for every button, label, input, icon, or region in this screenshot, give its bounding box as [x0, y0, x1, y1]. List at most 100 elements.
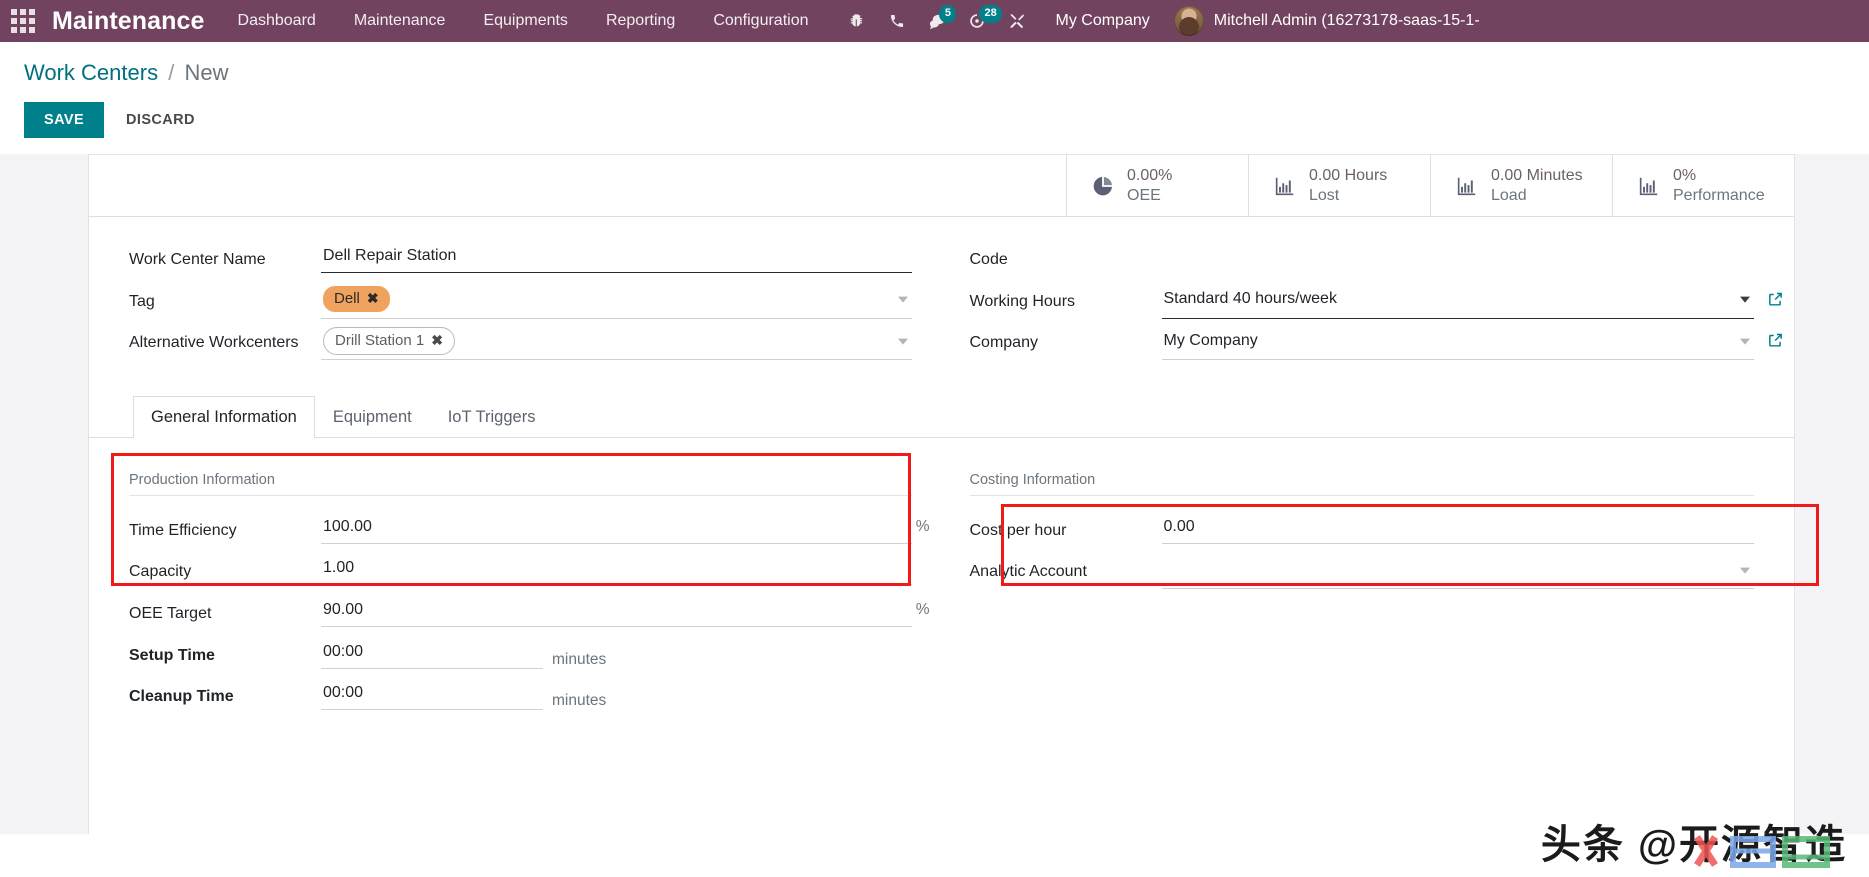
suffix-minutes: minutes: [552, 692, 607, 710]
activity-clock-icon[interactable]: 28: [957, 0, 1002, 42]
menu-item-reporting[interactable]: Reporting: [587, 0, 694, 42]
breadcrumb: Work Centers / New: [0, 58, 1869, 88]
cost-per-hour-input[interactable]: [1161, 509, 1754, 544]
working-hours-value: Standard 40 hours/week: [1163, 290, 1337, 308]
stat-value-lost: 0.00 Hours: [1309, 167, 1388, 185]
form-group-left: Work Center Name Tag Dell ✖: [89, 239, 942, 364]
tag-chip-label: Drill Station 1: [335, 331, 425, 349]
stat-button-performance[interactable]: 0% Performance: [1612, 155, 1794, 216]
label-setup-time: Setup Time: [129, 646, 215, 664]
breadcrumb-separator: /: [168, 60, 175, 85]
field-cost-per-hour: Cost per hour: [970, 509, 1754, 550]
tag-chip-label: Dell: [334, 290, 360, 308]
tab-panel-general-information: Production Information Time Efficiency %…: [89, 438, 1794, 748]
chevron-down-icon[interactable]: [1740, 567, 1750, 574]
bar-chart-icon: [1271, 175, 1298, 197]
record-actions: SAVE DISCARD: [0, 88, 1869, 154]
close-icon[interactable]: ✖: [367, 290, 379, 307]
field-company: Company My Company: [969, 322, 1782, 362]
discard-button[interactable]: DISCARD: [108, 102, 213, 138]
field-tag: Tag Dell ✖: [129, 281, 912, 321]
external-link-icon[interactable]: [1767, 290, 1784, 307]
user-menu[interactable]: Mitchell Admin (16273178-saas-15-1-: [1166, 6, 1480, 36]
bar-chart-icon: [1453, 175, 1480, 197]
field-setup-time: Setup Time minutes: [129, 634, 912, 675]
label-alternative-workcenters: Alternative Workcenters: [129, 334, 299, 352]
tag-many2many-field[interactable]: Dell ✖: [321, 281, 912, 319]
menu-item-dashboard[interactable]: Dashboard: [219, 0, 335, 42]
chevron-down-icon[interactable]: [1740, 338, 1750, 345]
navbar-icon-group: 5 28: [827, 0, 1037, 42]
tag-chip-dell[interactable]: Dell ✖: [323, 286, 390, 313]
field-time-efficiency: Time Efficiency %: [129, 509, 930, 550]
label-company: Company: [969, 334, 1038, 352]
chevron-down-icon[interactable]: [897, 338, 908, 345]
label-code: Code: [969, 251, 1008, 268]
notebook-tabs: General Information Equipment IoT Trigge…: [89, 395, 1794, 438]
label-time-efficiency: Time Efficiency: [129, 521, 237, 539]
save-button[interactable]: SAVE: [24, 102, 105, 138]
main-menu: Dashboard Maintenance Equipments Reporti…: [219, 0, 828, 42]
company-switcher[interactable]: My Company: [1037, 12, 1165, 30]
stat-label-performance: Performance: [1673, 186, 1765, 204]
field-analytic-account: Analytic Account: [969, 551, 1754, 591]
alternative-workcenters-field[interactable]: Drill Station 1 ✖: [321, 322, 912, 361]
oee-target-input[interactable]: [321, 592, 912, 627]
label-cleanup-time: Cleanup Time: [129, 688, 234, 706]
code-input[interactable]: [1161, 239, 1754, 273]
menu-item-maintenance[interactable]: Maintenance: [335, 0, 465, 42]
section-title-costing: Costing Information: [969, 472, 1754, 496]
analytic-account-field[interactable]: [1161, 551, 1754, 590]
bug-icon[interactable]: [837, 0, 877, 42]
company-value: My Company: [1163, 331, 1258, 349]
stat-button-lost[interactable]: 0.00 Hours Lost: [1248, 155, 1430, 216]
tools-icon[interactable]: [997, 0, 1037, 42]
field-working-hours: Working Hours Standard 40 hours/week: [969, 281, 1782, 321]
costing-information-group: Costing Information Cost per hour Analyt…: [942, 472, 1795, 718]
stat-button-load[interactable]: 0.00 Minutes Load: [1430, 155, 1612, 216]
tab-general-information[interactable]: General Information: [133, 395, 315, 438]
stat-value-load: 0.00 Minutes: [1491, 167, 1583, 185]
time-efficiency-input[interactable]: [321, 509, 912, 544]
breadcrumb-current: New: [184, 60, 229, 85]
stat-value-performance: 0%: [1673, 167, 1697, 185]
suffix-percent: %: [915, 517, 930, 535]
label-tag: Tag: [129, 292, 155, 310]
tag-chip-drill-station-1[interactable]: Drill Station 1 ✖: [323, 326, 455, 355]
stat-button-oee[interactable]: 0.00% OEE: [1066, 155, 1248, 216]
bar-chart-icon: [1635, 175, 1662, 197]
tab-equipment[interactable]: Equipment: [315, 396, 430, 438]
menu-item-equipments[interactable]: Equipments: [464, 0, 587, 42]
apps-grid-icon[interactable]: [0, 0, 46, 42]
capacity-input[interactable]: [321, 551, 912, 586]
company-field[interactable]: My Company: [1161, 322, 1754, 361]
form-sheet: 0.00% OEE 0.00 Hours Lost 0.00 Minutes L…: [88, 154, 1819, 834]
messages-badge: 5: [939, 5, 957, 23]
label-working-hours: Working Hours: [969, 292, 1076, 310]
messages-icon[interactable]: 5: [917, 0, 957, 42]
chevron-down-icon[interactable]: [1740, 296, 1750, 303]
close-icon[interactable]: ✖: [431, 332, 443, 349]
pie-chart-icon: [1089, 175, 1116, 197]
external-link-icon[interactable]: [1767, 332, 1784, 349]
production-information-group: Production Information Time Efficiency %…: [89, 472, 942, 718]
phone-icon[interactable]: [877, 0, 917, 42]
field-capacity: Capacity: [129, 551, 912, 591]
breadcrumb-work-centers[interactable]: Work Centers: [24, 60, 158, 85]
suffix-percent: %: [915, 600, 930, 618]
section-title-production: Production Information: [129, 472, 912, 496]
field-alternative-workcenters: Alternative Workcenters Drill Station 1 …: [129, 322, 912, 362]
app-brand-title[interactable]: Maintenance: [46, 7, 219, 36]
label-analytic-account: Analytic Account: [969, 563, 1087, 581]
cleanup-time-input[interactable]: [321, 676, 543, 711]
setup-time-input[interactable]: [321, 634, 543, 669]
user-name-label: Mitchell Admin (16273178-saas-15-1-: [1213, 12, 1480, 29]
tab-iot-triggers[interactable]: IoT Triggers: [430, 396, 554, 438]
field-cleanup-time: Cleanup Time minutes: [129, 676, 912, 716]
chevron-down-icon[interactable]: [897, 296, 908, 303]
field-work-center-name: Work Center Name: [129, 239, 912, 279]
work-center-name-input[interactable]: [321, 239, 912, 273]
working-hours-field[interactable]: Standard 40 hours/week: [1161, 281, 1754, 319]
menu-item-configuration[interactable]: Configuration: [694, 0, 827, 42]
field-oee-target: OEE Target %: [129, 592, 930, 633]
